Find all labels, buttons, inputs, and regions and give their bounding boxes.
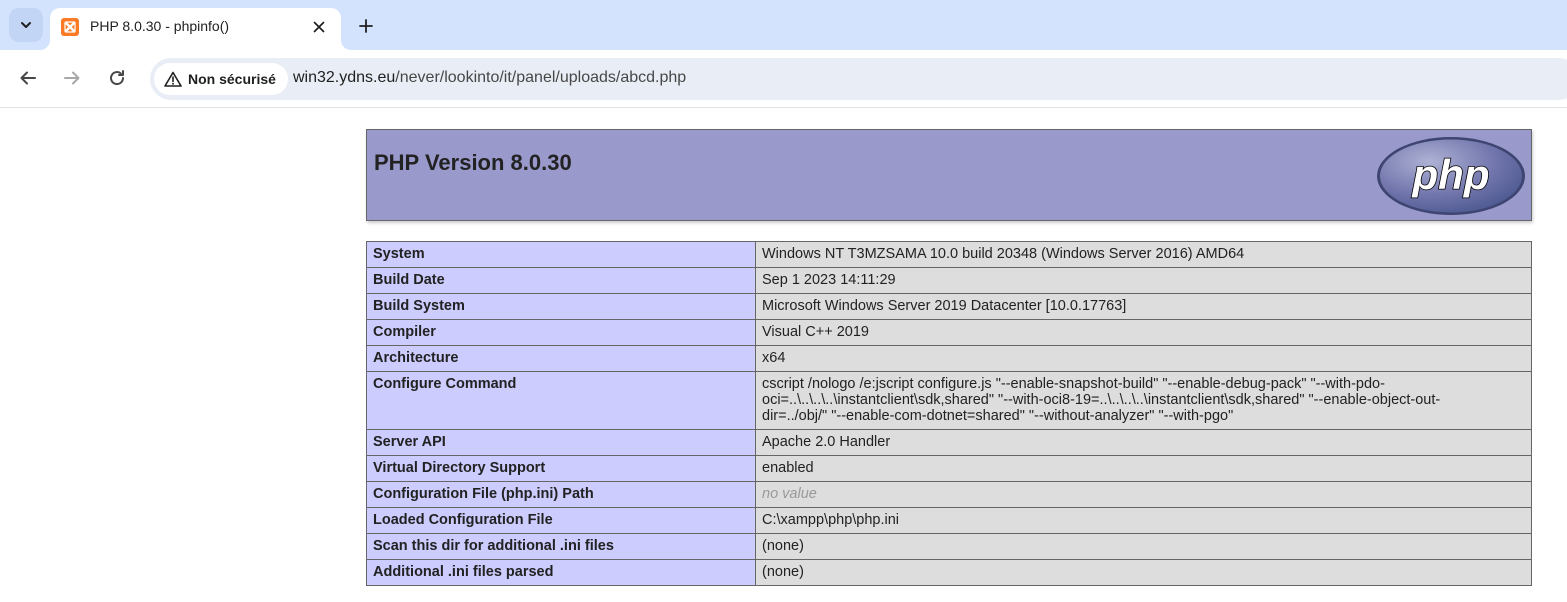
table-row: Additional .ini files parsed (none) bbox=[366, 559, 1532, 586]
table-row: Compiler Visual C++ 2019 bbox=[366, 319, 1532, 346]
row-value: enabled bbox=[755, 455, 1532, 482]
php-version-header: PHP Version 8.0.30 php bbox=[366, 129, 1532, 221]
row-key: Architecture bbox=[366, 345, 756, 372]
row-key: Loaded Configuration File bbox=[366, 507, 756, 534]
table-row: Server API Apache 2.0 Handler bbox=[366, 429, 1532, 456]
xampp-favicon-icon bbox=[61, 18, 79, 36]
page-title: PHP Version 8.0.30 bbox=[374, 150, 572, 175]
table-row: Build Date Sep 1 2023 14:11:29 bbox=[366, 267, 1532, 294]
back-arrow-icon bbox=[20, 71, 36, 85]
close-tab-button[interactable] bbox=[309, 17, 329, 37]
row-value: Microsoft Windows Server 2019 Datacenter… bbox=[755, 293, 1532, 320]
table-row: Virtual Directory Support enabled bbox=[366, 455, 1532, 482]
table-row: Architecture x64 bbox=[366, 345, 1532, 372]
forward-arrow-icon bbox=[64, 71, 80, 85]
row-value: x64 bbox=[755, 345, 1532, 372]
table-row: Loaded Configuration File C:\xampp\php\p… bbox=[366, 507, 1532, 534]
php-logo-text: php bbox=[1412, 151, 1490, 198]
warning-icon bbox=[164, 71, 182, 87]
url-host: win32.ydns.eu bbox=[293, 69, 396, 86]
row-key: Compiler bbox=[366, 319, 756, 346]
row-key: System bbox=[366, 241, 756, 268]
row-key: Scan this dir for additional .ini files bbox=[366, 533, 756, 560]
reload-icon bbox=[110, 70, 125, 86]
plus-icon bbox=[359, 19, 373, 33]
value-line: oci=..\..\..\..\instantclient\sdk,shared… bbox=[762, 392, 1441, 408]
table-row: Build System Microsoft Windows Server 20… bbox=[366, 293, 1532, 320]
row-value: Visual C++ 2019 bbox=[755, 319, 1532, 346]
php-info-table: System Windows NT T3MZSAMA 10.0 build 20… bbox=[366, 241, 1532, 586]
row-value: Windows NT T3MZSAMA 10.0 build 20348 (Wi… bbox=[755, 241, 1532, 268]
row-value: C:\xampp\php\php.ini bbox=[755, 507, 1532, 534]
back-button[interactable] bbox=[16, 66, 40, 90]
row-key: Server API bbox=[366, 429, 756, 456]
url-path: /never/lookinto/it/panel/uploads/abcd.ph… bbox=[395, 69, 687, 86]
forward-button[interactable] bbox=[60, 66, 84, 90]
security-indicator[interactable]: Non sécurisé bbox=[154, 63, 288, 95]
active-tab[interactable]: PHP 8.0.30 - phpinfo() bbox=[50, 8, 341, 50]
no-value-text: no value bbox=[762, 486, 817, 502]
security-label: Non sécurisé bbox=[188, 71, 276, 87]
row-value: no value bbox=[755, 481, 1532, 508]
row-key: Additional .ini files parsed bbox=[366, 559, 756, 586]
row-value-configure-command: cscript /nologo /e:jscript configure.js … bbox=[755, 371, 1532, 430]
url-text[interactable]: win32.ydns.eu/never/lookinto/it/panel/up… bbox=[293, 69, 686, 87]
address-bar[interactable]: Non sécurisé win32.ydns.eu/never/lookint… bbox=[150, 58, 1567, 100]
row-value: Apache 2.0 Handler bbox=[755, 429, 1532, 456]
row-value: Sep 1 2023 14:11:29 bbox=[755, 267, 1532, 294]
table-row: Configuration File (php.ini) Path no val… bbox=[366, 481, 1532, 508]
row-key: Configuration File (php.ini) Path bbox=[366, 481, 756, 508]
value-line: cscript /nologo /e:jscript configure.js … bbox=[762, 376, 1385, 392]
php-logo-icon[interactable]: php bbox=[1375, 135, 1527, 217]
browser-toolbar: Non sécurisé win32.ydns.eu/never/lookint… bbox=[0, 50, 1567, 108]
tab-strip: PHP 8.0.30 - phpinfo() bbox=[0, 0, 1567, 50]
row-key: Build Date bbox=[366, 267, 756, 294]
new-tab-button[interactable] bbox=[354, 14, 378, 38]
row-key: Configure Command bbox=[366, 371, 756, 430]
reload-button[interactable] bbox=[105, 66, 129, 90]
chevron-down-icon bbox=[21, 22, 31, 28]
table-row: Configure Command cscript /nologo /e:jsc… bbox=[366, 371, 1532, 430]
row-key: Build System bbox=[366, 293, 756, 320]
tab-title: PHP 8.0.30 - phpinfo() bbox=[90, 18, 230, 34]
value-line: dir=../obj/" "--enable-com-dotnet=shared… bbox=[762, 408, 1234, 424]
table-row: Scan this dir for additional .ini files … bbox=[366, 533, 1532, 560]
row-value: (none) bbox=[755, 533, 1532, 560]
table-row: System Windows NT T3MZSAMA 10.0 build 20… bbox=[366, 241, 1532, 268]
row-value: (none) bbox=[755, 559, 1532, 586]
row-key: Virtual Directory Support bbox=[366, 455, 756, 482]
tab-search-button[interactable] bbox=[9, 8, 43, 42]
close-icon bbox=[313, 21, 325, 33]
